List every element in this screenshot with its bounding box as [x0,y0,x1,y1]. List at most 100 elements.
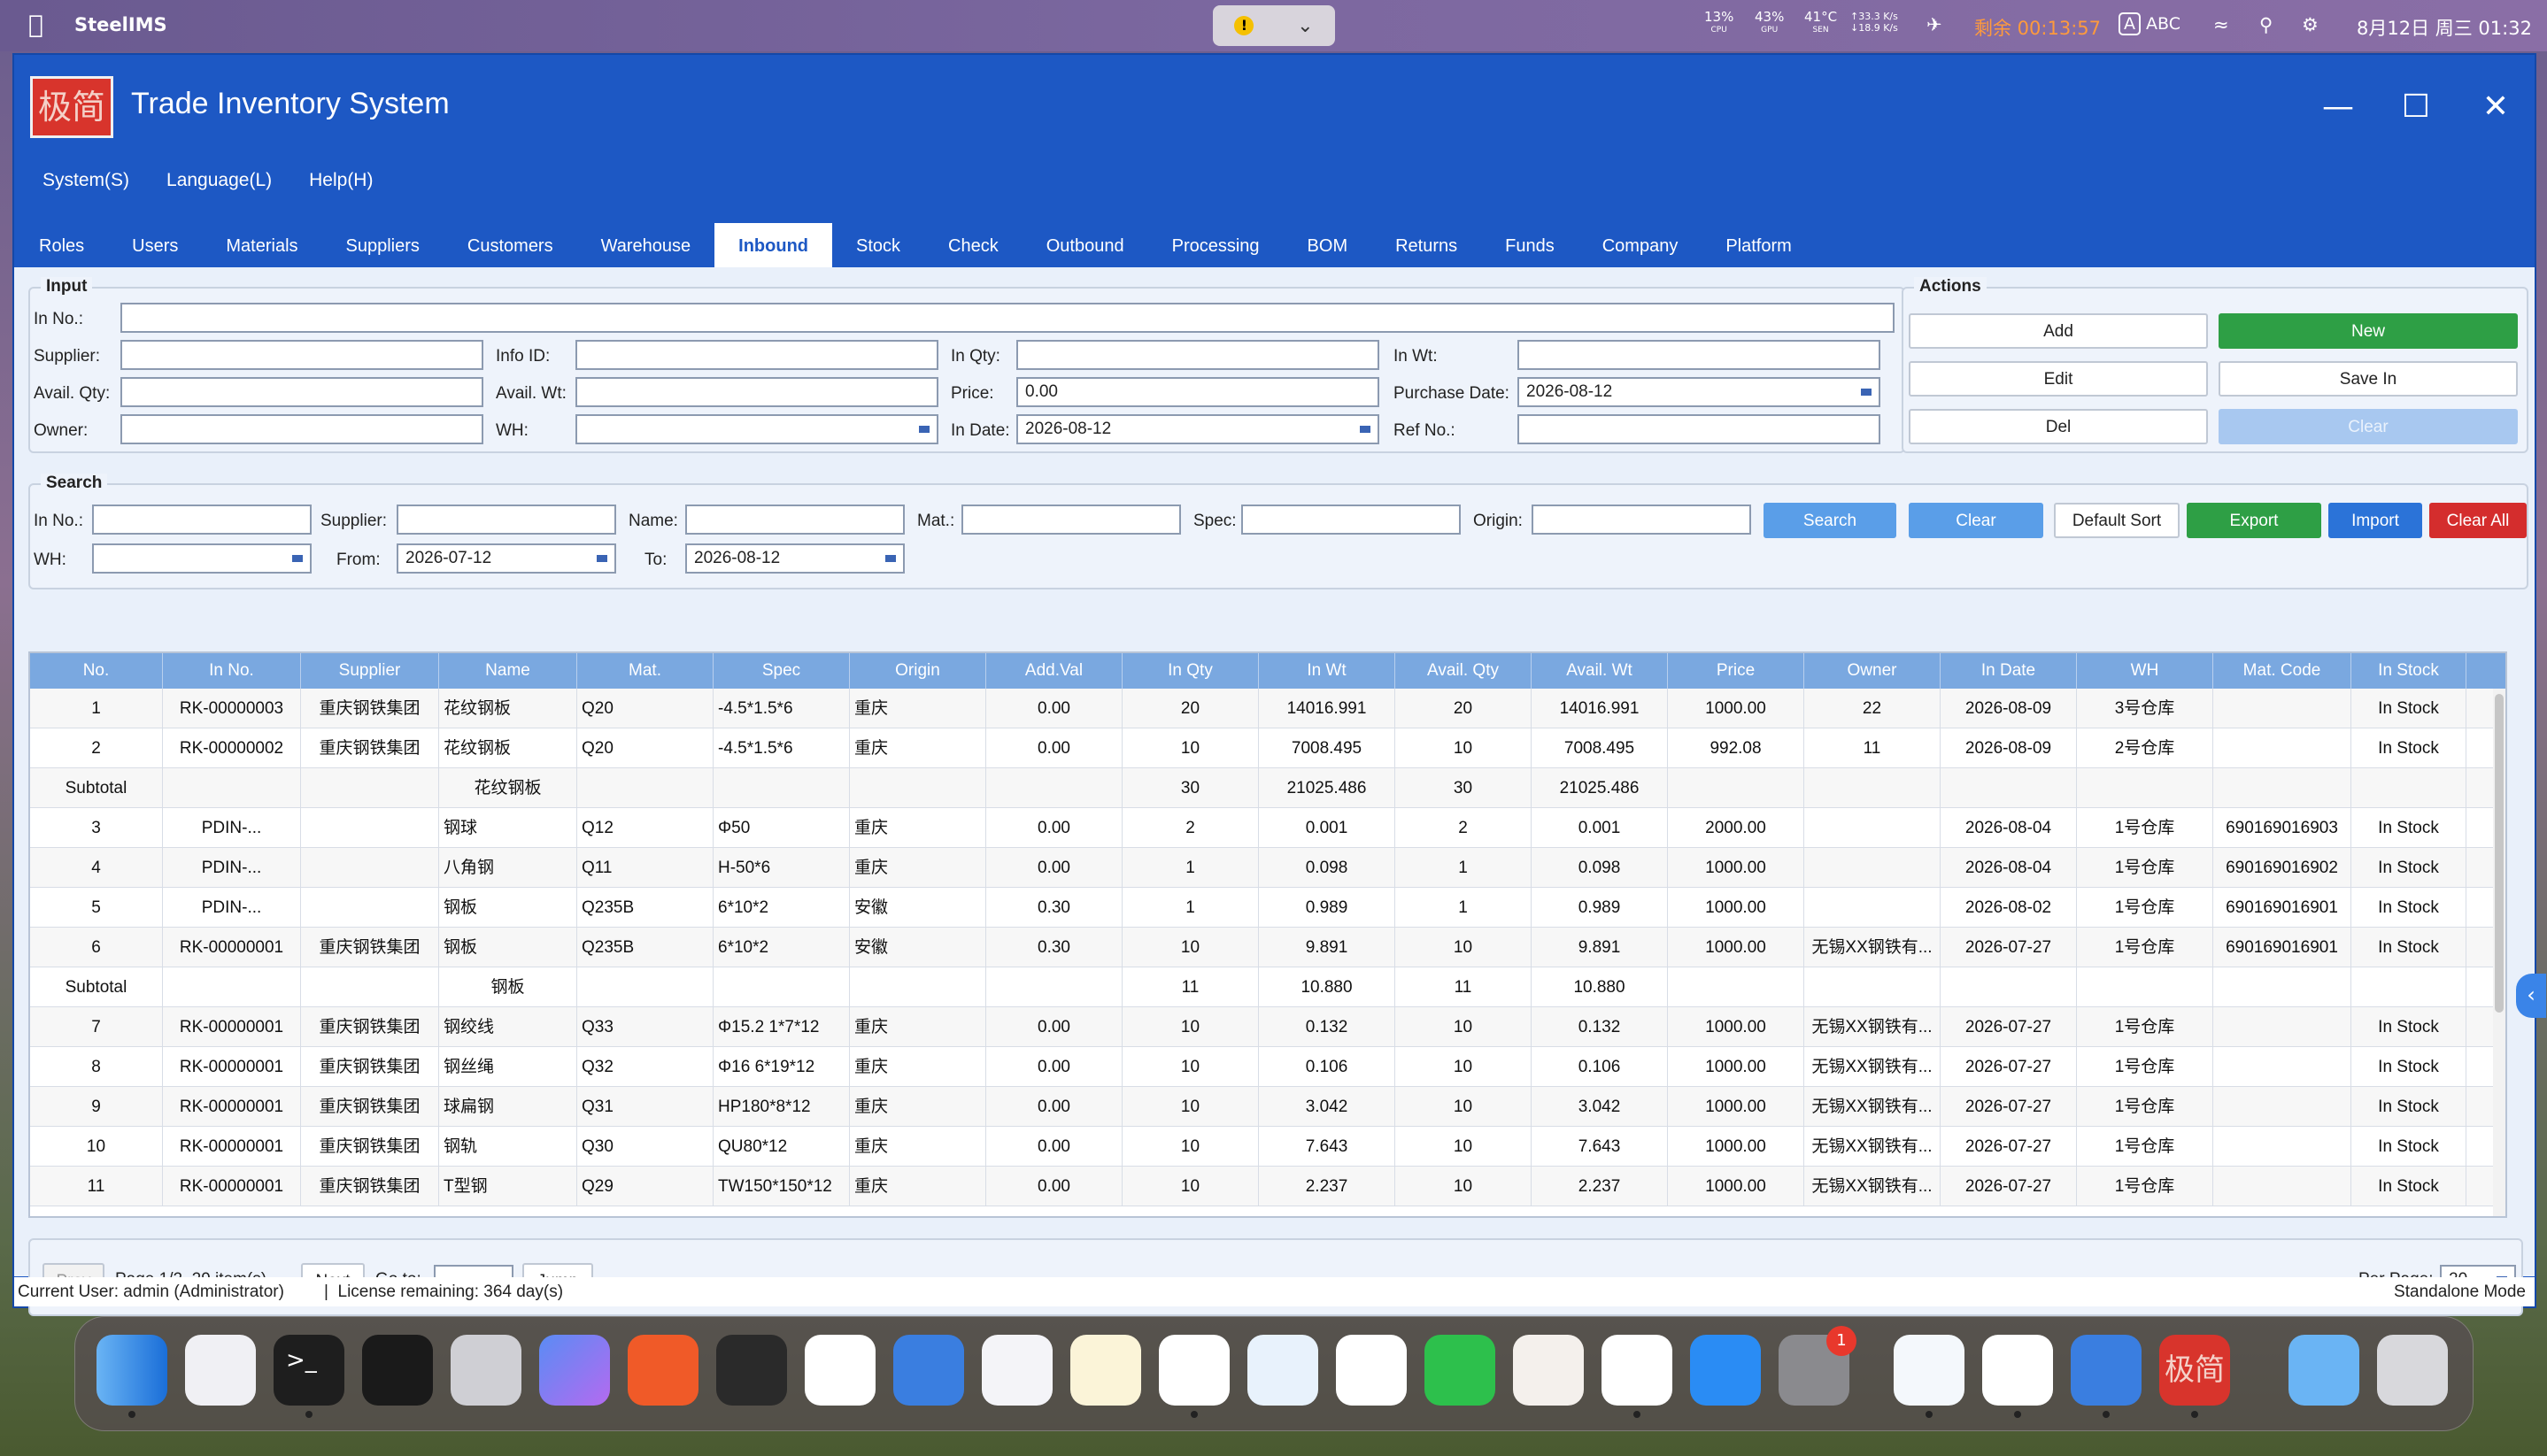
table-row[interactable]: 8 RK-00000001 重庆钢铁集团 钢丝绳 Q32 Φ16 6*19*12 重庆 0.0… [30,1047,2505,1087]
notification-pill[interactable]: ! ⌄ [1213,5,1335,46]
menu-help[interactable]: Help(H) [309,170,373,202]
calendar-icon[interactable] [597,555,607,562]
app-store-icon[interactable] [1690,1335,1761,1406]
steelims-dock-icon[interactable]: 极简 [2159,1335,2230,1418]
search-in-no-input[interactable] [92,505,312,535]
inbound-table[interactable]: No. In No. Supplier Name Mat. Spec Origin Add.V… [28,651,2507,1218]
column-header[interactable]: In Qty [1123,653,1259,689]
ollama-icon[interactable] [2071,1335,2142,1418]
column-header[interactable]: Add.Val [986,653,1123,689]
column-header[interactable]: In Stock [2351,653,2466,689]
in-wt-input[interactable] [1517,340,1880,370]
new-button[interactable]: New [2219,313,2518,349]
vscode-icon[interactable] [805,1335,876,1406]
settings-icon[interactable]: 1 [1779,1326,1856,1406]
search-origin-input[interactable] [1532,505,1751,535]
search-from-date[interactable]: 2026-07-12 [397,543,616,574]
column-header[interactable]: Origin [850,653,986,689]
clock[interactable]: 8月12日 周三 01:32 [2357,14,2532,41]
downloads-folder-icon[interactable] [2288,1335,2359,1406]
notes-icon[interactable] [1070,1335,1141,1406]
subtotal-row[interactable]: Subtotal 钢板 11 10.880 11 10.880 [30,967,2505,1007]
column-header[interactable]: Avail. Qty [1395,653,1532,689]
calendar-icon[interactable] [1360,426,1370,433]
menu-system[interactable]: System(S) [42,170,129,202]
table-row[interactable]: 1 RK-00000003 重庆钢铁集团 花纹钢板 Q20 -4.5*1.5*6 重庆 0.0… [30,689,2505,728]
tab-outbound[interactable]: Outbound [1023,223,1148,267]
column-header[interactable]: Price [1668,653,1804,689]
launchpad-icon[interactable] [185,1335,256,1406]
dropdown-icon[interactable] [292,555,303,562]
search-supplier-input[interactable] [397,505,616,535]
avail-wt-input[interactable] [575,377,938,407]
assistant-app-icon[interactable] [539,1335,610,1406]
table-row[interactable]: 9 RK-00000001 重庆钢铁集团 球扁钢 Q31 HP180*8*12 重庆 0.00… [30,1087,2505,1127]
avail-qty-input[interactable] [120,377,483,407]
delete-button[interactable]: Del [1909,409,2208,444]
info-id-input[interactable] [575,340,938,370]
search-spec-input[interactable] [1241,505,1461,535]
maximize-icon[interactable]: ☐ [2394,85,2438,129]
column-header[interactable]: In No. [163,653,301,689]
tab-stock[interactable]: Stock [832,223,924,267]
close-icon[interactable]: ✕ [2474,85,2518,129]
table-scrollbar[interactable] [2493,689,2505,1216]
minimize-icon[interactable]: — [2316,85,2360,129]
tab-platform[interactable]: Platform [1702,223,1815,267]
column-header[interactable]: Supplier [301,653,439,689]
search-to-date[interactable]: 2026-08-12 [685,543,905,574]
tab-company[interactable]: Company [1578,223,1702,267]
tab-returns[interactable]: Returns [1371,223,1481,267]
column-header[interactable]: In Date [1941,653,2077,689]
column-header[interactable]: Owner [1804,653,1941,689]
clear-all-button[interactable]: Clear All [2429,503,2527,538]
baidu-netdisk-icon[interactable] [982,1335,1053,1406]
timer[interactable]: 剩余 00:13:57 [1974,14,2101,41]
table-row[interactable]: 11 RK-00000001 重庆钢铁集团 T型钢 Q29 TW150*150*12 重庆 0… [30,1167,2505,1206]
column-header[interactable]: No. [30,653,163,689]
tab-bom[interactable]: BOM [1284,223,1372,267]
tab-suppliers[interactable]: Suppliers [322,223,444,267]
active-app-name[interactable]: SteelIMS [74,14,167,35]
feishu-icon[interactable] [1602,1335,1672,1418]
claude-icon[interactable] [628,1335,698,1406]
calendar-icon[interactable] [885,555,896,562]
tab-users[interactable]: Users [108,223,202,267]
subtotal-row[interactable]: Subtotal 花纹钢板 30 21025.486 30 21025.486 [30,768,2505,808]
trash-icon[interactable] [2377,1335,2448,1406]
menu-language[interactable]: Language(L) [166,170,272,202]
tab-funds[interactable]: Funds [1481,223,1578,267]
tab-roles[interactable]: Roles [14,223,108,267]
edit-button[interactable]: Edit [1909,361,2208,397]
xcode-icon[interactable] [893,1335,964,1406]
chrome-icon[interactable] [1159,1335,1230,1418]
tab-warehouse[interactable]: Warehouse [577,223,715,267]
purchase-date-picker[interactable]: 2026-08-12 [1517,377,1880,407]
input-method[interactable]: A ABC [2119,12,2180,35]
tab-processing[interactable]: Processing [1148,223,1284,267]
column-header[interactable]: Mat. [577,653,714,689]
in-qty-input[interactable] [1016,340,1379,370]
default-sort-button[interactable]: Default Sort [2054,503,2180,538]
tab-materials[interactable]: Materials [202,223,321,267]
clear-input-button[interactable]: Clear [2219,409,2518,444]
cube-app-icon[interactable] [716,1335,787,1406]
column-header[interactable]: Avail. Wt [1532,653,1668,689]
wh-select[interactable] [575,414,938,444]
export-button[interactable]: Export [2187,503,2321,538]
table-row[interactable]: 6 RK-00000001 重庆钢铁集团 钢板 Q235B 6*10*2 安徽 0.30 10 9… [30,928,2505,967]
lark-icon[interactable] [1894,1335,1964,1418]
column-header[interactable]: Name [439,653,577,689]
avatar-app-icon[interactable] [1513,1335,1584,1406]
ref-no-input[interactable] [1517,414,1880,444]
search-name-input[interactable] [685,505,905,535]
tab-customers[interactable]: Customers [444,223,577,267]
supplier-input[interactable] [120,340,483,370]
in-no-input[interactable] [120,303,1895,333]
column-header[interactable]: In Wt [1259,653,1395,689]
tab-inbound[interactable]: Inbound [714,223,833,267]
dropdown-icon[interactable] [919,426,930,433]
table-row[interactable]: 2 RK-00000002 重庆钢铁集团 花纹钢板 Q20 -4.5*1.5*6 重庆 0.0… [30,728,2505,768]
apple-icon[interactable]:  [28,12,48,37]
search-mat-input[interactable] [961,505,1181,535]
